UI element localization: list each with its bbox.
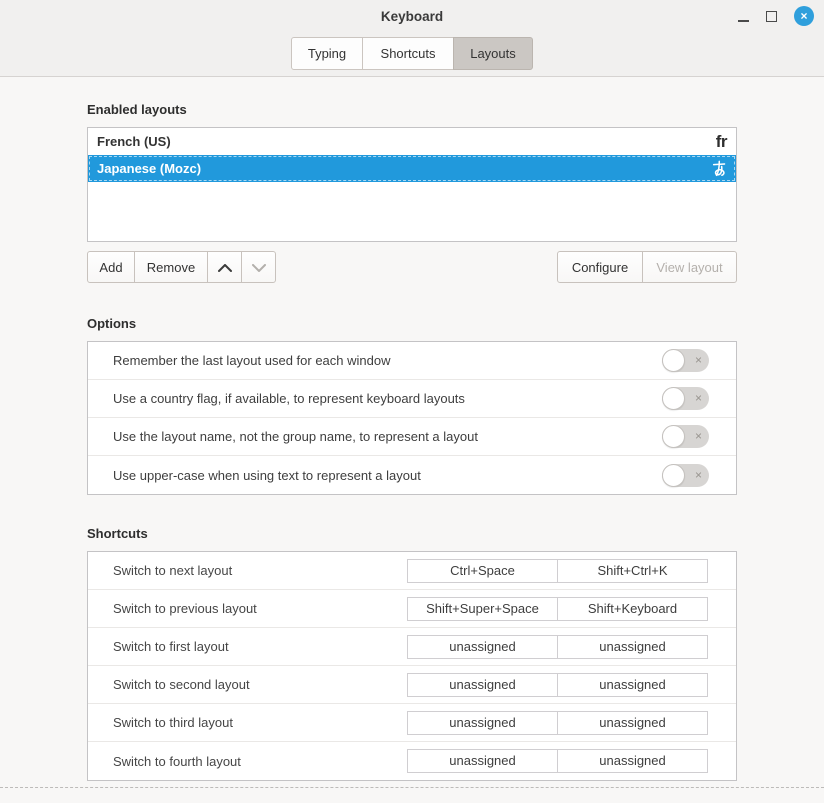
tab-shortcuts[interactable]: Shortcuts: [362, 37, 454, 70]
shortcut-row-third-layout: Switch to third layout unassigned unassi…: [88, 704, 736, 742]
layout-edit-buttons: Add Remove: [87, 251, 276, 283]
shortcut-binding-2[interactable]: Shift+Ctrl+K: [557, 559, 708, 583]
option-row-country-flag: Use a country flag, if available, to rep…: [88, 380, 736, 418]
shortcuts-section: Shortcuts Switch to next layout Ctrl+Spa…: [87, 526, 737, 781]
shortcut-label: Switch to next layout: [113, 563, 407, 578]
shortcut-row-next-layout: Switch to next layout Ctrl+Space Shift+C…: [88, 552, 736, 590]
window-header: Keyboard × Typing Shortcuts Layouts: [0, 0, 824, 77]
hiragana-a-icon: [711, 160, 727, 177]
enabled-layouts-section: Enabled layouts French (US) fr Japanese …: [87, 102, 737, 283]
shortcut-label: Switch to second layout: [113, 677, 407, 692]
shortcut-binding-1[interactable]: Shift+Super+Space: [407, 597, 558, 621]
toggle-country-flag[interactable]: ×: [662, 387, 709, 410]
shortcut-row-fourth-layout: Switch to fourth layout unassigned unass…: [88, 742, 736, 780]
option-label: Use a country flag, if available, to rep…: [113, 391, 465, 406]
options-list: Remember the last layout used for each w…: [87, 341, 737, 495]
shortcut-binding-1[interactable]: Ctrl+Space: [407, 559, 558, 583]
shortcut-binding-2[interactable]: unassigned: [557, 673, 708, 697]
toggle-remember-layout[interactable]: ×: [662, 349, 709, 372]
shortcut-bindings: unassigned unassigned: [407, 673, 708, 697]
tab-typing[interactable]: Typing: [291, 37, 363, 70]
option-label: Remember the last layout used for each w…: [113, 353, 390, 368]
enabled-layouts-heading: Enabled layouts: [87, 102, 737, 118]
shortcut-row-second-layout: Switch to second layout unassigned unass…: [88, 666, 736, 704]
shortcut-binding-1[interactable]: unassigned: [407, 635, 558, 659]
view-layout-button[interactable]: View layout: [642, 251, 737, 283]
shortcut-bindings: unassigned unassigned: [407, 749, 708, 773]
enabled-layouts-list: French (US) fr Japanese (Mozc): [87, 127, 737, 242]
toggle-knob: [662, 464, 685, 487]
shortcut-label: Switch to previous layout: [113, 601, 407, 616]
toggle-layout-name[interactable]: ×: [662, 425, 709, 448]
add-button[interactable]: Add: [87, 251, 135, 283]
list-actions: Add Remove: [87, 251, 737, 283]
options-section: Options Remember the last layout used fo…: [87, 316, 737, 495]
titlebar: Keyboard ×: [0, 0, 824, 32]
shortcut-label: Switch to third layout: [113, 715, 407, 730]
shortcut-binding-2[interactable]: Shift+Keyboard: [557, 597, 708, 621]
shortcut-binding-1[interactable]: unassigned: [407, 673, 558, 697]
move-down-button[interactable]: [241, 251, 276, 283]
layouts-panel: Enabled layouts French (US) fr Japanese …: [0, 77, 824, 781]
toggle-off-x-icon: ×: [695, 425, 702, 448]
shortcuts-list: Switch to next layout Ctrl+Space Shift+C…: [87, 551, 737, 781]
keyboard-settings-window: Keyboard × Typing Shortcuts Layouts: [0, 0, 824, 803]
shortcut-binding-1[interactable]: unassigned: [407, 711, 558, 735]
configure-button[interactable]: Configure: [557, 251, 643, 283]
shortcut-binding-2[interactable]: unassigned: [557, 749, 708, 773]
shortcut-row-previous-layout: Switch to previous layout Shift+Super+Sp…: [88, 590, 736, 628]
tab-layouts[interactable]: Layouts: [453, 37, 533, 70]
option-row-layout-name: Use the layout name, not the group name,…: [88, 418, 736, 456]
close-icon: ×: [800, 10, 807, 22]
maximize-icon[interactable]: [766, 11, 777, 22]
window-controls: ×: [738, 0, 814, 32]
layout-name: French (US): [97, 134, 171, 149]
toggle-off-x-icon: ×: [695, 387, 702, 410]
shortcut-bindings: unassigned unassigned: [407, 635, 708, 659]
toggle-knob: [662, 387, 685, 410]
shortcut-bindings: Shift+Super+Space Shift+Keyboard: [407, 597, 708, 621]
window-title: Keyboard: [381, 9, 443, 24]
toggle-knob: [662, 425, 685, 448]
toggle-off-x-icon: ×: [695, 464, 702, 487]
shortcut-bindings: unassigned unassigned: [407, 711, 708, 735]
layout-config-buttons: Configure View layout: [557, 251, 737, 283]
toggle-upper-case[interactable]: ×: [662, 464, 709, 487]
shortcut-label: Switch to fourth layout: [113, 754, 407, 769]
toggle-off-x-icon: ×: [695, 349, 702, 372]
option-row-upper-case: Use upper-case when using text to repres…: [88, 456, 736, 494]
shortcut-row-first-layout: Switch to first layout unassigned unassi…: [88, 628, 736, 666]
layout-row-french-us[interactable]: French (US) fr: [88, 128, 736, 155]
close-button[interactable]: ×: [794, 6, 814, 26]
tab-bar: Typing Shortcuts Layouts: [0, 32, 824, 76]
shortcut-binding-2[interactable]: unassigned: [557, 635, 708, 659]
options-heading: Options: [87, 316, 737, 332]
layout-badge-fr: fr: [716, 132, 727, 152]
option-label: Use the layout name, not the group name,…: [113, 429, 478, 444]
chevron-down-icon: [252, 260, 266, 275]
toggle-knob: [662, 349, 685, 372]
option-label: Use upper-case when using text to repres…: [113, 468, 421, 483]
move-up-button[interactable]: [207, 251, 242, 283]
minimize-icon[interactable]: [738, 20, 749, 22]
option-row-remember-layout: Remember the last layout used for each w…: [88, 342, 736, 380]
shortcut-label: Switch to first layout: [113, 639, 407, 654]
shortcut-binding-2[interactable]: unassigned: [557, 711, 708, 735]
layout-name: Japanese (Mozc): [97, 161, 201, 176]
shortcuts-heading: Shortcuts: [87, 526, 737, 542]
shortcut-bindings: Ctrl+Space Shift+Ctrl+K: [407, 559, 708, 583]
chevron-up-icon: [218, 260, 232, 275]
remove-button[interactable]: Remove: [134, 251, 208, 283]
layout-row-japanese-mozc[interactable]: Japanese (Mozc): [88, 155, 736, 182]
bottom-divider: [0, 787, 824, 788]
shortcut-binding-1[interactable]: unassigned: [407, 749, 558, 773]
